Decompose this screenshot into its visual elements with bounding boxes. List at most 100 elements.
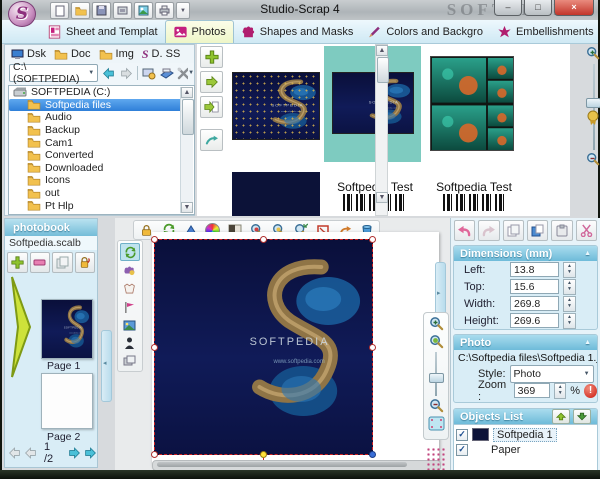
- height-input[interactable]: 269.6: [510, 313, 559, 328]
- scroll-up-arrow[interactable]: ▲: [376, 45, 388, 56]
- move-object-up-button[interactable]: [552, 409, 570, 424]
- height-spinner[interactable]: ▲ ▼: [563, 312, 576, 329]
- cut-button[interactable]: [575, 220, 597, 241]
- zoom-input[interactable]: 369: [513, 383, 551, 398]
- handle-top-right[interactable]: [369, 236, 376, 243]
- visibility-checkbox[interactable]: ✓: [456, 443, 468, 456]
- tool-layers[interactable]: [120, 353, 138, 369]
- tree-item-icons[interactable]: Icons: [9, 174, 194, 187]
- new-document-button[interactable]: [50, 2, 69, 19]
- save-button[interactable]: [92, 2, 111, 19]
- handle-top-left[interactable]: [151, 236, 158, 243]
- thumbnail-softpedia-selected[interactable]: [332, 72, 414, 134]
- scroll-down-arrow[interactable]: ▼: [181, 202, 193, 213]
- add-photo-button[interactable]: [200, 46, 223, 68]
- back-button[interactable]: [101, 65, 116, 81]
- quickbar-more-dropdown[interactable]: ▼: [176, 2, 190, 19]
- tool-replace-selected[interactable]: [120, 243, 140, 261]
- top-spinner[interactable]: ▲ ▼: [563, 278, 576, 295]
- tool-mask[interactable]: [120, 281, 138, 297]
- fit-page-icon[interactable]: [428, 416, 445, 431]
- tree-item-downloaded[interactable]: Downloaded: [9, 162, 194, 175]
- zoom-page-icon[interactable]: [429, 334, 444, 349]
- tab-photos[interactable]: Photos: [164, 20, 234, 43]
- tree-item-drive[interactable]: SOFTPEDIA (C:): [9, 86, 194, 99]
- scrollbar-thumb[interactable]: [157, 462, 407, 467]
- drive-dropdown[interactable]: C:\(SOFTPEDIA) ▼: [9, 61, 99, 85]
- redo-button[interactable]: [478, 220, 500, 241]
- next-page-button[interactable]: [67, 446, 81, 460]
- zoom-in-icon[interactable]: [586, 46, 600, 60]
- first-page-button[interactable]: [8, 446, 22, 460]
- copy-button[interactable]: [502, 220, 524, 241]
- panel-drag-grip[interactable]: [425, 446, 447, 470]
- previous-page-button[interactable]: [24, 446, 38, 460]
- handle-middle-left[interactable]: [151, 344, 158, 351]
- tab-embellishments[interactable]: Embellishments: [490, 21, 600, 43]
- rotate-photo-button[interactable]: [200, 129, 223, 151]
- folder-tree-scrollbar[interactable]: ▲ ▼: [180, 87, 194, 213]
- photobook-splitter[interactable]: ◂: [101, 330, 112, 402]
- top-input[interactable]: 15.6: [510, 279, 559, 294]
- clipboard-button[interactable]: [551, 220, 573, 241]
- canvas-horizontal-scrollbar[interactable]: [152, 460, 441, 470]
- left-input[interactable]: 13.8: [510, 262, 559, 277]
- tools-button[interactable]: ▼: [177, 65, 194, 81]
- last-page-button[interactable]: [83, 446, 97, 460]
- handle-bottom-center[interactable]: [260, 451, 267, 458]
- minimize-button[interactable]: –: [494, 0, 522, 16]
- print-button[interactable]: [155, 2, 174, 19]
- source-tab-studioscrap[interactable]: S D. SS: [142, 47, 180, 62]
- handle-middle-right[interactable]: [369, 344, 376, 351]
- handle-bottom-right[interactable]: [369, 451, 376, 458]
- collapse-arrow-icon[interactable]: ▲: [584, 339, 591, 346]
- undo-button[interactable]: [454, 220, 476, 241]
- import-image-button[interactable]: [134, 2, 153, 19]
- copy-page-button[interactable]: [52, 252, 73, 273]
- add-page-button[interactable]: [7, 252, 28, 273]
- visibility-checkbox[interactable]: ✓: [456, 428, 468, 441]
- tab-shapes-and-masks[interactable]: Shapes and Masks: [234, 21, 361, 43]
- scroll-down-arrow[interactable]: ▼: [376, 192, 388, 203]
- canvas-zoom-slider-handle[interactable]: [428, 373, 444, 383]
- move-object-down-button[interactable]: [573, 409, 591, 424]
- object-row-paper[interactable]: ✓ Paper: [456, 442, 595, 457]
- tool-silhouette[interactable]: [120, 335, 138, 351]
- lock-page-button[interactable]: [74, 252, 95, 273]
- thumbnail-softpedia-dotted[interactable]: [232, 72, 320, 140]
- zoom-in-icon[interactable]: [429, 316, 444, 331]
- style-dropdown[interactable]: Photo ▼: [509, 364, 594, 383]
- scan-button[interactable]: [159, 65, 174, 81]
- close-button[interactable]: ×: [554, 0, 594, 16]
- width-input[interactable]: 269.8: [510, 296, 559, 311]
- tree-item-converted[interactable]: Converted: [9, 149, 194, 162]
- zoom-spinner[interactable]: ▲ ▼: [554, 382, 567, 399]
- open-folder-button[interactable]: [71, 2, 90, 19]
- paste-button[interactable]: [526, 220, 549, 241]
- left-spinner[interactable]: ▲ ▼: [563, 261, 576, 278]
- tab-colors-and-backgrounds[interactable]: Colors and Backgro: [360, 21, 490, 43]
- zoom-out-icon[interactable]: [429, 398, 444, 413]
- tool-flag[interactable]: [120, 299, 138, 315]
- placed-photo[interactable]: [154, 239, 373, 455]
- zoom-out-icon[interactable]: [586, 152, 600, 166]
- thumbnail-scrollbar[interactable]: ▲ ▼: [375, 44, 389, 216]
- maximize-button[interactable]: □: [524, 0, 552, 16]
- scrollbar-thumb[interactable]: [182, 99, 194, 135]
- tool-photo[interactable]: [120, 317, 138, 333]
- source-tab-documents[interactable]: Doc: [54, 48, 91, 60]
- tab-sheet-and-templates[interactable]: Sheet and Templat: [40, 21, 165, 43]
- handle-bottom-left[interactable]: [151, 451, 158, 458]
- export-button[interactable]: [113, 2, 132, 19]
- browse-computer-button[interactable]: [141, 65, 156, 81]
- zoom-slider-handle[interactable]: [586, 98, 600, 108]
- thumbnail-forest-grid[interactable]: [430, 56, 514, 151]
- source-tab-images[interactable]: Img: [99, 48, 134, 60]
- tool-shape[interactable]: [120, 263, 138, 279]
- page1-thumbnail[interactable]: [41, 299, 93, 359]
- next-page-big-arrow[interactable]: [8, 271, 38, 383]
- tree-item-out[interactable]: out: [9, 187, 194, 200]
- handle-top-center[interactable]: [260, 236, 267, 243]
- tree-item-resources[interactable]: Resources: [9, 212, 194, 214]
- page2-thumbnail[interactable]: [41, 373, 93, 429]
